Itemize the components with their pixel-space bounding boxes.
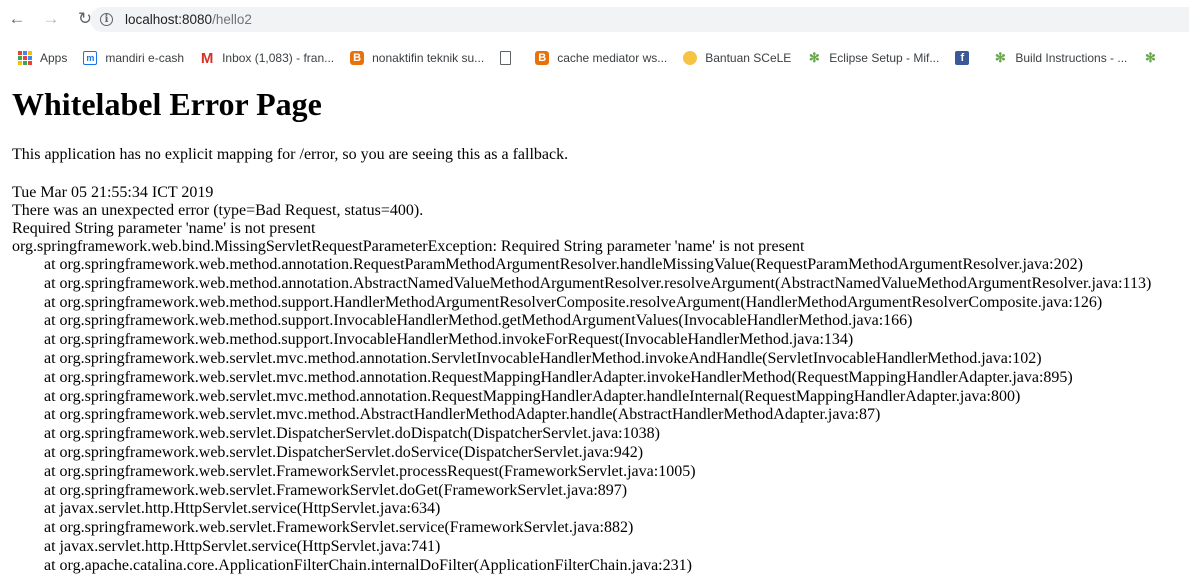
url-path: /hello2 [212,12,252,27]
bookmark-build-instructions[interactable]: ✻ Build Instructions - ... [993,50,1128,65]
bookmark-label: Inbox (1,083) - fran... [222,51,335,65]
back-arrow-icon[interactable]: ← [8,9,26,28]
fallback-message: This application has no explicit mapping… [12,146,569,163]
stack-frame: at org.springframework.web.servlet.Dispa… [44,425,660,443]
stack-frame: at org.springframework.web.method.annota… [44,256,1083,273]
blogger-icon: B [350,51,365,65]
bookmark-facebook[interactable]: f [955,51,977,65]
stack-frame: at org.springframework.web.servlet.mvc.m… [44,349,1042,367]
blogger-icon: B [535,51,550,65]
scele-icon [683,51,698,65]
bookmark-inbox[interactable]: M Inbox (1,083) - fran... [200,49,335,67]
mandiri-icon: m [83,51,98,65]
error-type: There was an unexpected error (type=Bad … [12,202,424,219]
bookmark-overflow[interactable]: ✻ [1143,50,1165,65]
address-bar[interactable]: i localhost:8080/hello2 [90,7,1189,32]
stack-frame: at org.springframework.web.servlet.Frame… [44,462,696,480]
stack-frame: at javax.servlet.http.HttpServlet.servic… [44,500,441,518]
bookmark-nonaktifin[interactable]: B nonaktifin teknik su... [350,51,484,65]
stack-frame: at org.springframework.web.servlet.Frame… [44,481,628,499]
stack-frame: at org.springframework.web.servlet.mvc.m… [44,368,1073,386]
bookmark-label: Eclipse Setup - Mif... [829,51,940,65]
browser-toolbar: ← → ↻ i localhost:8080/hello2 [0,0,1189,38]
bookmark-document[interactable] [500,51,519,65]
stack-frame: at org.springframework.web.method.suppor… [44,293,1103,311]
site-info-icon[interactable]: i [100,13,113,26]
forward-arrow-icon[interactable]: → [42,9,60,28]
stack-frame: at org.springframework.web.method.suppor… [44,312,913,330]
bookmark-label: cache mediator ws... [557,51,668,65]
bookmark-mandiri[interactable]: m mandiri e-cash [83,51,184,65]
gmail-icon: M [200,49,214,67]
bookmark-apps[interactable]: Apps [18,51,67,65]
stack-frame: at org.springframework.web.servlet.mvc.m… [44,406,881,424]
bookmark-label: Apps [40,51,68,65]
stack-frame: at org.apache.catalina.core.ApplicationF… [44,556,692,574]
stack-frame: at org.springframework.web.method.annota… [44,274,1152,292]
bookmark-cache-mediator[interactable]: B cache mediator ws... [535,51,667,65]
error-timestamp: Tue Mar 05 21:55:34 ICT 2019 [12,184,214,201]
url-text[interactable]: localhost:8080/hello2 [125,12,252,27]
page-title: Whitelabel Error Page [12,86,322,122]
error-details: Tue Mar 05 21:55:34 ICT 2019 There was a… [12,184,1151,576]
bookmark-label: nonaktifin teknik su... [372,51,485,65]
bookmarks-bar: Apps m mandiri e-cash M Inbox (1,083) - … [0,44,1189,72]
page-content: Whitelabel Error Page This application h… [12,86,1151,576]
stack-frame: at org.springframework.web.servlet.Dispa… [44,443,644,461]
error-message: Required String parameter 'name' is not … [12,220,316,237]
apps-grid-icon [18,51,32,65]
stack-frame: at org.springframework.web.servlet.Frame… [44,519,634,537]
eclipse-icon: ✻ [994,50,1006,65]
eclipse-icon: ✻ [808,50,820,65]
bookmark-label: mandiri e-cash [105,51,185,65]
eclipse-icon: ✻ [1144,50,1156,65]
stack-trace: at org.springframework.web.method.annota… [12,256,1151,576]
bookmark-label: Build Instructions - ... [1015,51,1128,65]
bookmark-eclipse-setup[interactable]: ✻ Eclipse Setup - Mif... [807,50,940,65]
exception-line: org.springframework.web.bind.MissingServ… [12,238,805,255]
stack-frame: at org.springframework.web.method.suppor… [44,331,854,349]
bookmark-bantuan-scele[interactable]: Bantuan SCeLE [683,51,791,65]
facebook-icon: f [955,51,970,65]
url-host: localhost:8080 [125,12,213,27]
bookmark-label: Bantuan SCeLE [705,51,792,65]
stack-frame: at org.springframework.web.servlet.mvc.m… [44,387,1021,405]
document-icon [500,51,512,65]
